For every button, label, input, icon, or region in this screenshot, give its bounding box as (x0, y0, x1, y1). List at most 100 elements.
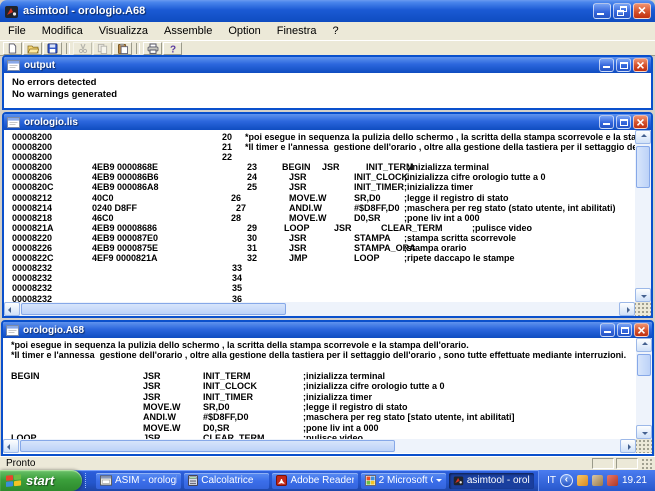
menu-visualizza[interactable]: Visualizza (91, 25, 156, 37)
lis-vertical-scrollbar[interactable] (635, 130, 651, 302)
code-line: 0000820C4EB9 000086A825JSRINIT_TIMER;ini… (4, 182, 651, 192)
code-line: ANDI.W#$D8FF,D0;maschera per reg stato [… (3, 412, 652, 422)
toolbar-separator (136, 43, 140, 54)
lis-content[interactable]: 0000820020*poi esegue in sequenza la pul… (4, 130, 651, 302)
quick-launch-divider (85, 473, 89, 488)
code-line (3, 361, 652, 371)
lis-window: orologio.lis 0000820020*poi esegue in se… (2, 112, 653, 318)
task-calcolatrice[interactable]: Calcolatrice (184, 473, 269, 489)
status-text: Pronto (6, 458, 35, 469)
lis-code-area[interactable]: 0000820020*poi esegue in sequenza la pul… (4, 130, 651, 302)
save-file-button[interactable] (43, 42, 62, 55)
code-line: 0000820022 (4, 152, 651, 162)
lis-horizontal-scrollbar[interactable] (4, 302, 635, 316)
lis-scroll-down-button[interactable] (635, 288, 651, 302)
help-button[interactable]: ? (163, 42, 182, 55)
menu-option[interactable]: Option (220, 25, 268, 37)
code-line: 000082140240 D8FF27ANDI.W#$D8FF,D0;masch… (4, 203, 651, 213)
main-caption-buttons (593, 3, 651, 19)
a68-resize-grip[interactable] (636, 439, 652, 453)
task-asim-config[interactable]: ASIM - orologio.cfg (96, 473, 181, 489)
code-line: 0000823233 (4, 263, 651, 273)
output-content[interactable]: No errors detected No warnings generated (4, 73, 651, 108)
toolbar-separator (66, 43, 70, 54)
a68-titlebar[interactable]: orologio.A68 (3, 322, 652, 338)
lis-vscroll-thumb[interactable] (636, 146, 650, 188)
language-indicator[interactable]: IT (547, 475, 556, 486)
lis-scroll-up-button[interactable] (635, 130, 651, 144)
a68-vscroll-thumb[interactable] (637, 354, 651, 376)
code-line: MOVE.WSR,D0;legge il registro di stato (3, 402, 652, 412)
code-line: 0000822C4EF9 0000821A32JMPLOOP;ripete da… (4, 253, 651, 263)
start-button[interactable]: start (0, 470, 82, 491)
start-label: start (26, 473, 54, 488)
tray-app-icon-2[interactable] (592, 475, 603, 486)
main-restore-button[interactable] (613, 3, 631, 19)
a68-minimize-button[interactable] (600, 323, 615, 337)
a68-title: orologio.A68 (23, 325, 600, 336)
open-file-button[interactable] (23, 42, 42, 55)
adobe-reader-icon (276, 475, 287, 486)
output-close-button[interactable] (633, 58, 648, 72)
menu-file[interactable]: File (0, 25, 34, 37)
lis-maximize-button[interactable] (616, 115, 631, 129)
paste-button[interactable] (113, 42, 132, 55)
tray-app-icon-3[interactable] (607, 475, 618, 486)
main-close-button[interactable] (633, 3, 651, 19)
lis-hscroll-thumb[interactable] (21, 303, 286, 315)
output-maximize-button[interactable] (616, 58, 631, 72)
output-minimize-button[interactable] (599, 58, 614, 72)
task-adobe-reader[interactable]: Adobe Reader - [A... (272, 473, 357, 489)
tray-clock: 19.21 (622, 475, 647, 486)
collapse-chevron-icon[interactable]: ‹ (560, 474, 573, 487)
a68-content[interactable]: *poi esegue in sequenza la pulizia dello… (3, 338, 652, 439)
code-line: 0000821240C026MOVE.WSR,D0;legge il regis… (4, 193, 651, 203)
taskbar-tasks: ASIM - orologio.cfg Calcolatrice Adobe R… (92, 473, 538, 489)
task-microsoft-office-group[interactable]: 2 Microsoft Office... (361, 473, 446, 489)
main-minimize-button[interactable] (593, 3, 611, 19)
lis-resize-grip[interactable] (635, 302, 651, 316)
window-resize-grip[interactable] (641, 458, 653, 470)
a68-code-area[interactable]: *poi esegue in sequenza la pulizia dello… (3, 338, 652, 439)
menu-help[interactable]: ? (325, 25, 347, 37)
a68-vertical-scrollbar[interactable] (636, 338, 652, 439)
a68-maximize-button[interactable] (617, 323, 632, 337)
code-line: MOVE.WD0,SR;pone liv int a 000 (3, 423, 652, 433)
ms-office-icon (365, 475, 376, 486)
a68-close-button[interactable] (634, 323, 649, 337)
lis-close-button[interactable] (633, 115, 648, 129)
new-file-button[interactable] (3, 42, 22, 55)
a68-scroll-right-button[interactable] (620, 439, 636, 453)
system-tray: IT ‹ 19.21 (538, 470, 655, 491)
code-line: 0000823235 (4, 283, 651, 293)
task-asimtool-active[interactable]: asimtool - orologio.... (449, 473, 534, 489)
taskbar-group-dropdown-icon[interactable] (436, 479, 442, 485)
a68-scroll-down-button[interactable] (636, 425, 652, 439)
lis-titlebar[interactable]: orologio.lis (4, 114, 651, 130)
tray-app-icon-1[interactable] (577, 475, 588, 486)
a68-hscroll-thumb[interactable] (20, 440, 395, 452)
status-bar: Pronto (0, 456, 655, 470)
lis-scroll-left-button[interactable] (4, 302, 20, 316)
menu-modifica[interactable]: Modifica (34, 25, 91, 37)
code-line: 000082064EB9 000086B624JSRINIT_CLOCK;ini… (4, 172, 651, 182)
lis-scroll-right-button[interactable] (619, 302, 635, 316)
code-line: 0000821846C028MOVE.WD0,SR;pone liv int a… (4, 213, 651, 223)
app-icon (4, 4, 19, 19)
output-title: output (24, 60, 599, 71)
a68-horizontal-scrollbar[interactable] (3, 439, 636, 453)
a68-scroll-up-button[interactable] (636, 338, 652, 352)
cut-button (73, 42, 92, 55)
lis-minimize-button[interactable] (599, 115, 614, 129)
print-button[interactable] (143, 42, 162, 55)
main-titlebar[interactable]: asimtool - orologio.A68 (0, 0, 655, 22)
desktop: asimtool - orologio.A68 File Modifica Vi… (0, 0, 655, 491)
code-line: 000082204EB9 000087E030JSRSTAMPA;stampa … (4, 233, 651, 243)
a68-window-icon (6, 325, 19, 336)
menu-assemble[interactable]: Assemble (156, 25, 220, 37)
svg-text:?: ? (169, 44, 175, 54)
menu-finestra[interactable]: Finestra (269, 25, 325, 37)
a68-scroll-left-button[interactable] (3, 439, 19, 453)
output-titlebar[interactable]: output (4, 57, 651, 73)
code-line: 000082004EB9 0000868E23BEGINJSRINIT_TERM… (4, 162, 651, 172)
